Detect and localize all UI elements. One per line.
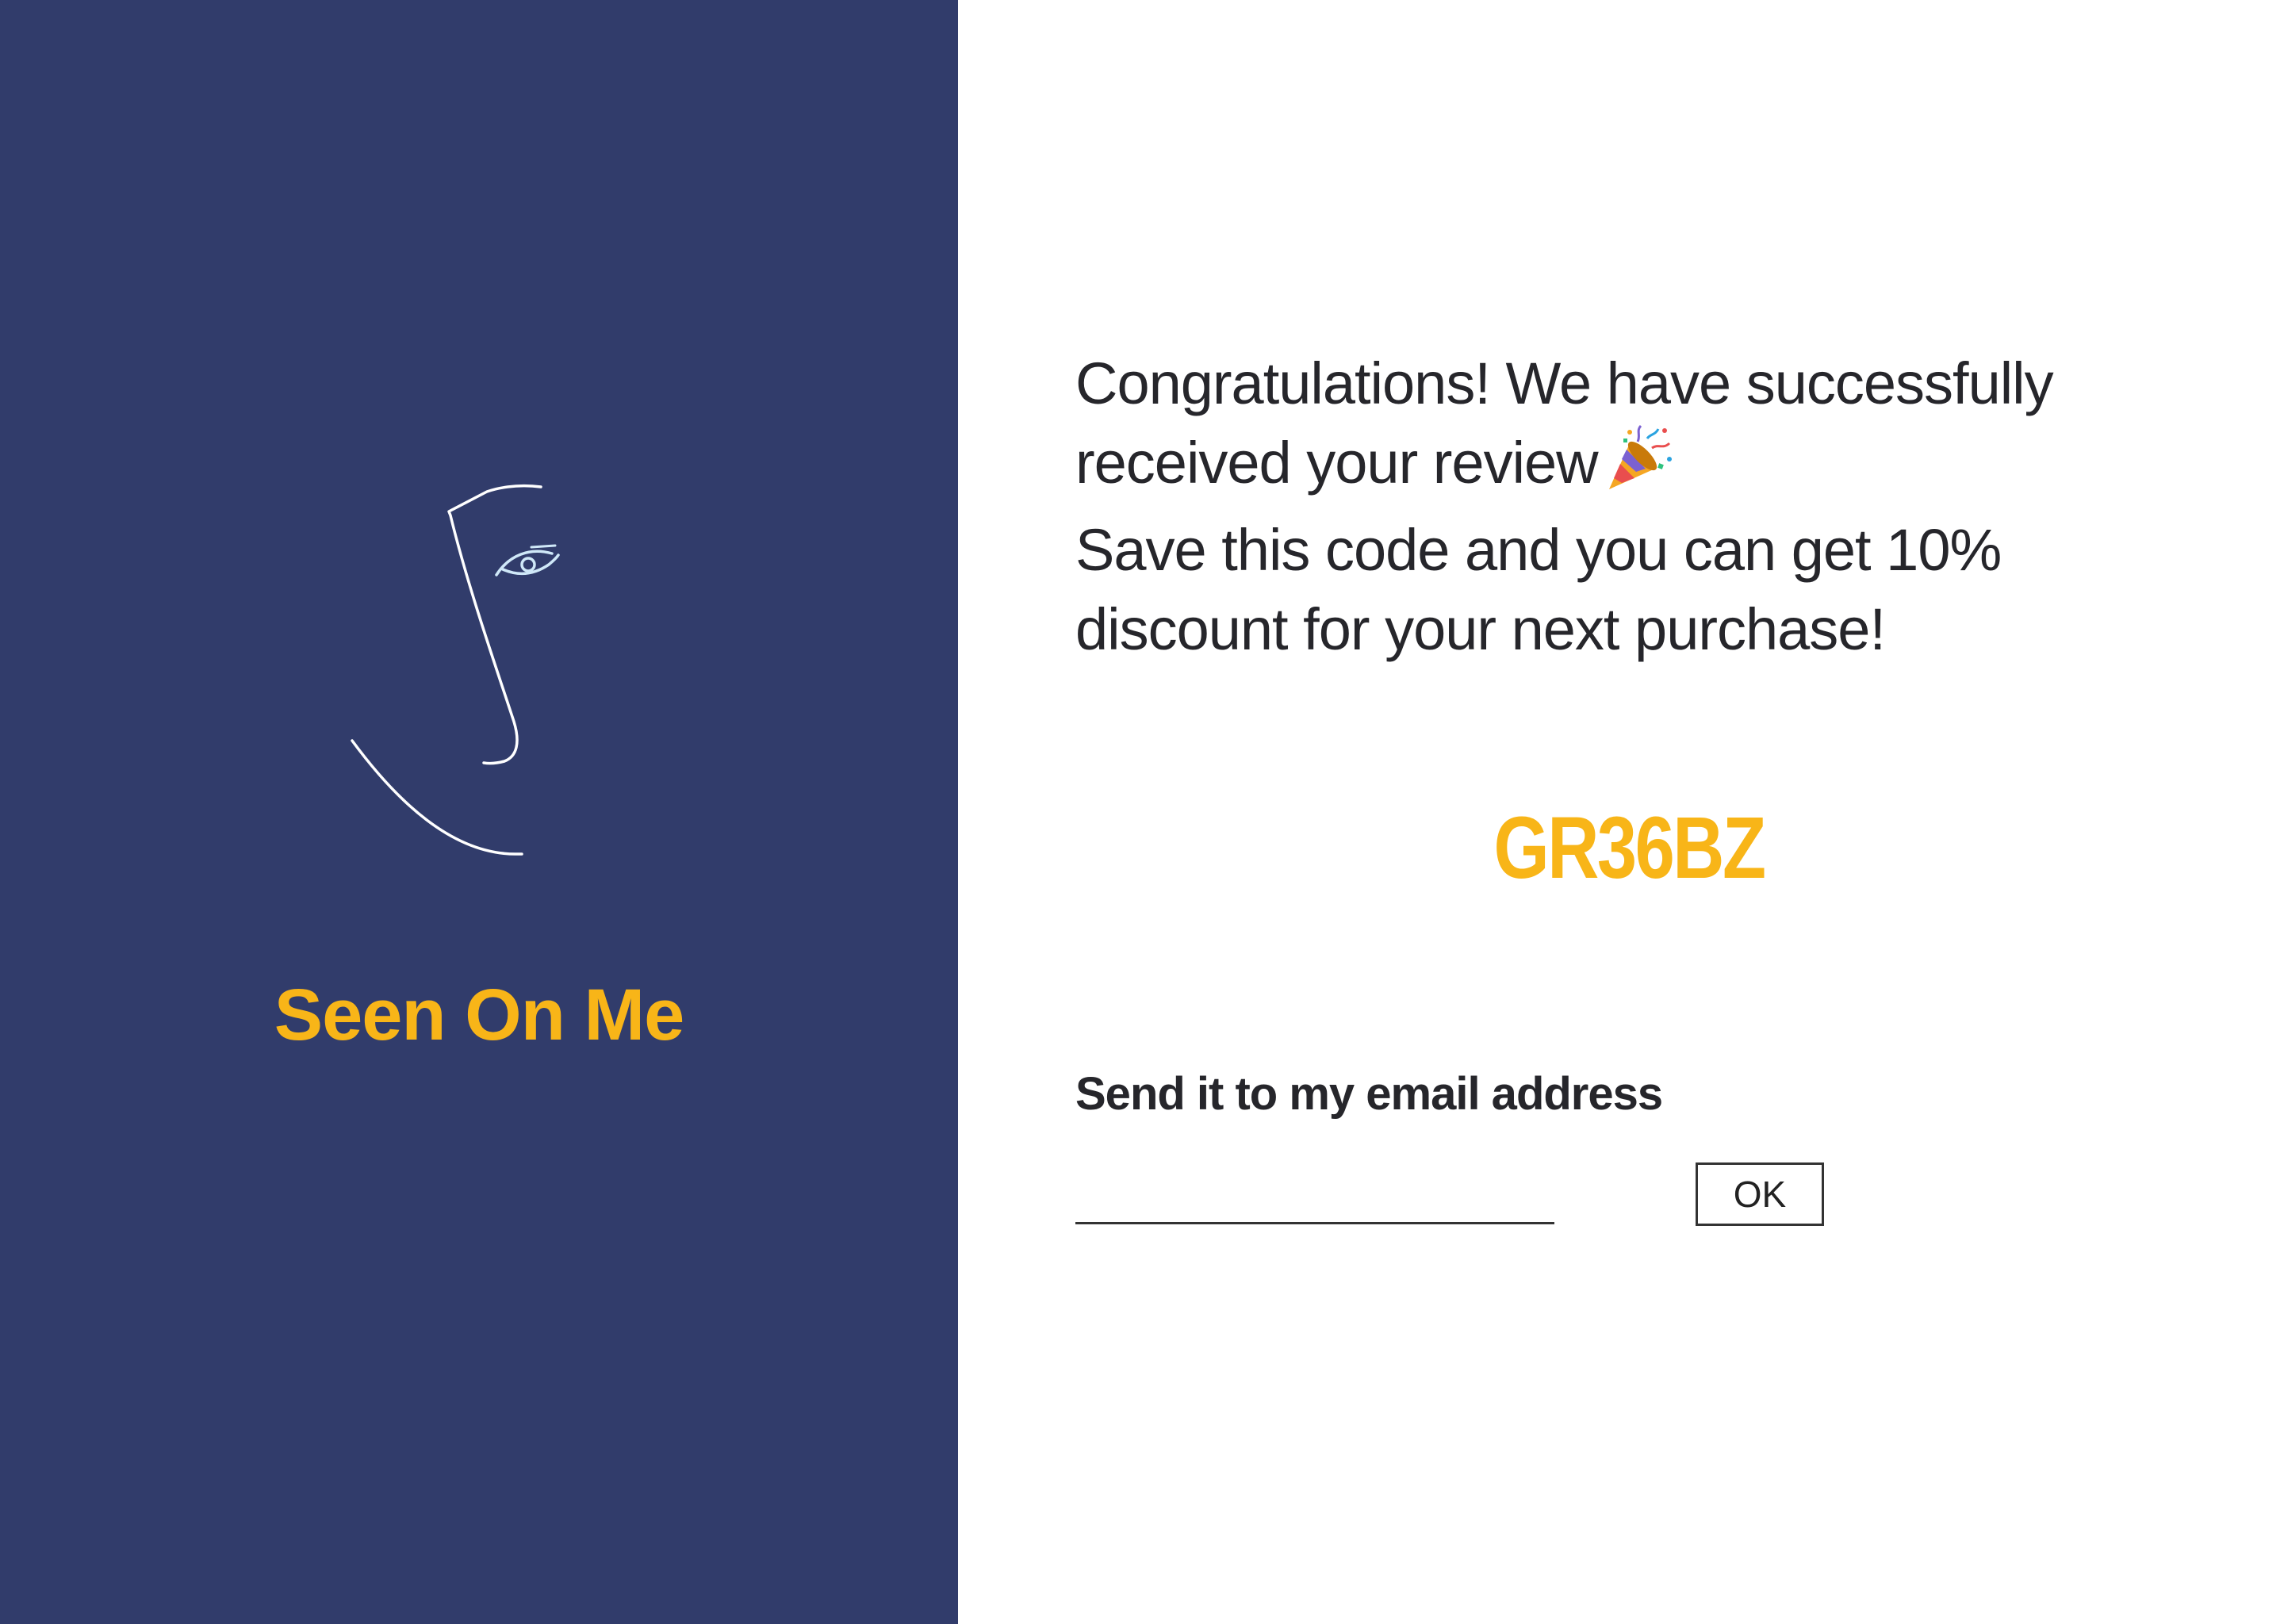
success-message-line2: Save this code and you can get 10% disco… — [1075, 517, 2002, 662]
email-label: Send it to my email address — [1075, 1068, 1663, 1120]
success-message: Congratulations! We have successfully re… — [1075, 344, 2170, 669]
ok-button[interactable]: OK — [1696, 1162, 1824, 1226]
content-panel: Congratulations! We have successfully re… — [958, 0, 2284, 1624]
email-input[interactable] — [1075, 1164, 1554, 1224]
face-line-art-icon — [351, 484, 560, 856]
brand-name: Seen On Me — [274, 975, 685, 1055]
brand-panel: Seen On Me — [0, 0, 958, 1624]
review-success-page: Seen On Me Congratulations! We have succ… — [0, 0, 2284, 1624]
party-popper-icon — [1608, 424, 1672, 489]
success-message-line1: Congratulations! We have successfully re… — [1075, 344, 2170, 503]
success-message-text: Congratulations! We have successfully re… — [1075, 350, 2054, 496]
discount-code: GR36BZ — [1493, 799, 1767, 897]
